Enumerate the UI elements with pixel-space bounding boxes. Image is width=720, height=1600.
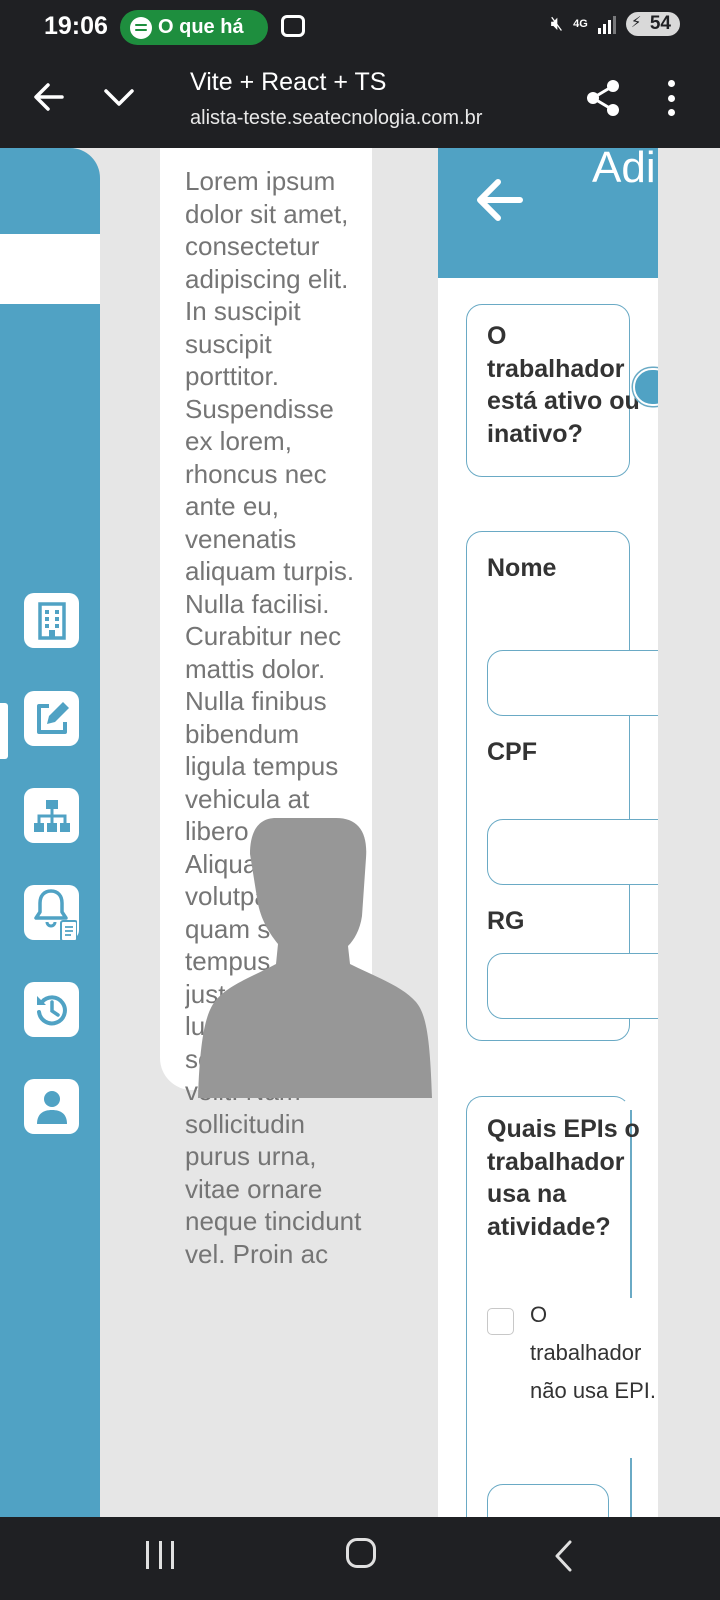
- status-indicators: 🔇︎ 4G 54: [551, 12, 680, 36]
- sidebar-item-edit[interactable]: [24, 691, 79, 746]
- sidebar-item-org-chart[interactable]: [24, 788, 79, 843]
- share-icon[interactable]: [584, 78, 622, 118]
- back-arrow-icon[interactable]: [32, 80, 66, 114]
- history-icon: [36, 994, 67, 1025]
- sidebar-item-history[interactable]: [24, 982, 79, 1037]
- no-epi-text: O trabalhador não usa EPI.: [530, 1302, 656, 1403]
- mute-icon: 🔇︎: [550, 12, 564, 35]
- more-vert-icon[interactable]: [661, 80, 681, 116]
- spotify-icon: [130, 16, 152, 39]
- form-header: Adi Fun: [438, 148, 658, 278]
- sidebar: [0, 148, 100, 1517]
- org-chart-icon: [33, 799, 70, 832]
- status-bar: 19:06 O que há 🔇︎ 4G 54: [0, 0, 720, 52]
- rg-input[interactable]: [487, 953, 658, 1019]
- bell-document-icon: [33, 888, 77, 941]
- building-icon: [37, 601, 66, 640]
- status-time: 19:06: [44, 12, 108, 40]
- cpf-input[interactable]: [487, 819, 658, 885]
- sidebar-highlight-strip: [0, 234, 100, 304]
- no-epi-checkbox[interactable]: [487, 1308, 514, 1335]
- form-back-arrow-icon[interactable]: [474, 178, 524, 222]
- nome-input[interactable]: [487, 650, 658, 716]
- system-nav-bar: [0, 1517, 720, 1600]
- person-silhouette-image: [198, 818, 432, 1098]
- sidebar-item-building[interactable]: [24, 593, 79, 648]
- epi-question: Quais EPIs o trabalhador usa na atividad…: [487, 1115, 640, 1241]
- recent-apps-icon[interactable]: [146, 1541, 174, 1569]
- no-epi-label: O trabalhador não usa EPI.: [530, 1296, 658, 1410]
- media-pill-label: O que há: [158, 16, 244, 38]
- partial-button[interactable]: [487, 1484, 609, 1517]
- rg-label: RG: [487, 907, 525, 935]
- edit-icon: [36, 701, 69, 734]
- cpf-label: CPF: [487, 738, 537, 766]
- sidebar-item-user[interactable]: [24, 1079, 79, 1134]
- screenshot-icon: [281, 15, 305, 37]
- sidebar-active-indicator: [0, 703, 8, 759]
- page-title: Vite + React + TS: [190, 68, 387, 96]
- browser-toolbar: Vite + React + TS alista-teste.seatecnol…: [0, 52, 720, 148]
- network-type: 4G: [573, 18, 588, 30]
- home-icon[interactable]: [346, 1538, 376, 1568]
- chevron-down-icon[interactable]: [102, 80, 136, 114]
- form-panel: Adi Fun O trabalhador está ativo ou inat…: [438, 148, 658, 1517]
- page-url[interactable]: alista-teste.seatecnologia.com.br: [190, 107, 502, 130]
- signal-icon: [597, 14, 616, 34]
- sidebar-item-notifications[interactable]: [24, 885, 79, 941]
- form-title: Adi Fun: [592, 148, 658, 192]
- nome-label: Nome: [487, 554, 557, 582]
- epi-section-border-lower: [630, 1458, 632, 1517]
- user-icon: [36, 1090, 67, 1124]
- back-icon[interactable]: [552, 1539, 576, 1573]
- status-question: O trabalhador está ativo ou inativo?: [487, 322, 640, 448]
- media-pill[interactable]: O que há: [120, 10, 268, 45]
- battery-level: 54: [625, 12, 680, 36]
